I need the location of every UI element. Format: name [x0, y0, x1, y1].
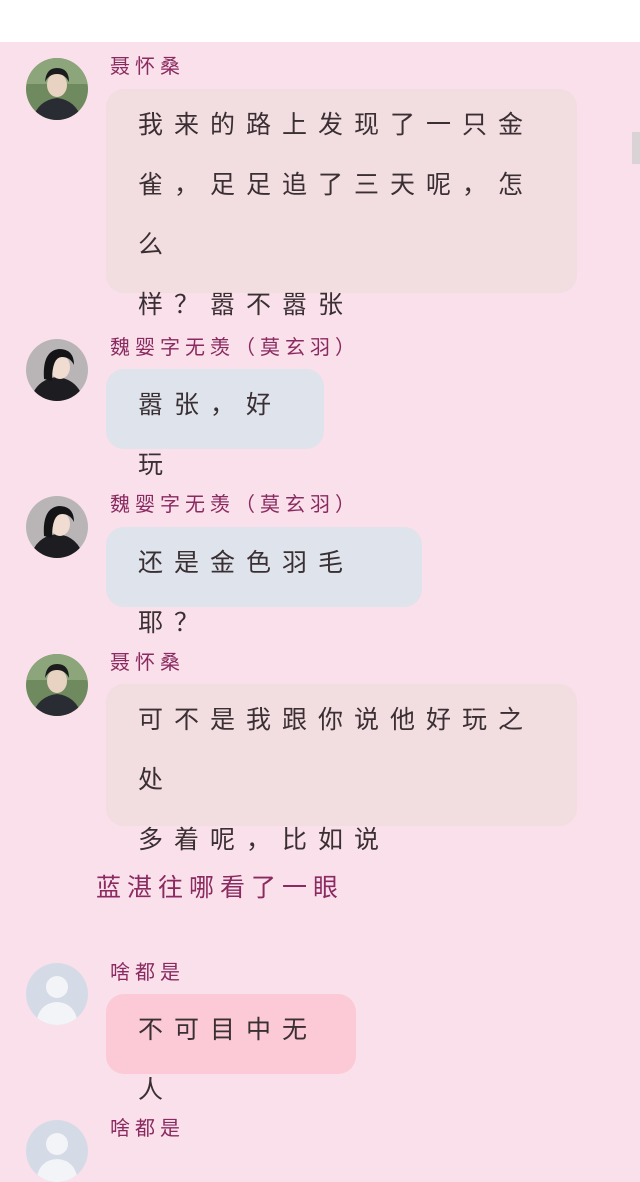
message-line: 嚣张，好玩 — [138, 390, 283, 479]
message-line: 可不是我跟你说他好玩之处 — [138, 705, 535, 794]
narration-text: 蓝湛往哪看了一眼 — [96, 873, 345, 902]
message-line: 我来的路上发现了一只金 — [138, 110, 535, 139]
message-line: 样？嚣不嚣张 — [138, 290, 355, 319]
avatar-wei-ying[interactable] — [26, 496, 88, 558]
message-line: 多着呢，比如说 — [138, 825, 391, 854]
default-user-avatar-icon[interactable] — [26, 1120, 88, 1182]
sender-name: 魏婴字无羡（莫玄羽） — [110, 492, 360, 516]
sender-name: 聂怀桑 — [110, 54, 185, 78]
avatar-wei-ying[interactable] — [26, 339, 88, 401]
avatar-nie-huaisang[interactable] — [26, 58, 88, 120]
message-line: 不可目中无人 — [138, 1015, 319, 1104]
sender-name: 啥都是 — [110, 960, 185, 984]
message-line: 还是金色羽毛耶？ — [138, 548, 355, 637]
message-bubble[interactable]: 我来的路上发现了一只金 雀，足足追了三天呢，怎么 样？嚣不嚣张 — [106, 89, 577, 319]
sender-name: 魏婴字无羡（莫玄羽） — [110, 335, 360, 359]
message-bubble[interactable]: 不可目中无人 — [106, 994, 356, 1104]
message-bubble[interactable]: 嚣张，好玩 — [106, 369, 324, 479]
message-bubble[interactable]: 可不是我跟你说他好玩之处 多着呢，比如说 — [106, 684, 577, 854]
message-bubble[interactable]: 还是金色羽毛耶？ — [106, 527, 422, 637]
avatar-nie-huaisang[interactable] — [26, 654, 88, 716]
message-line: 雀，足足追了三天呢，怎么 — [138, 170, 535, 259]
default-user-avatar-icon[interactable] — [26, 963, 88, 1025]
scrollbar-thumb[interactable] — [632, 132, 640, 164]
sender-name: 啥都是 — [110, 1116, 185, 1140]
sender-name: 聂怀桑 — [110, 650, 185, 674]
top-status-bar — [0, 0, 640, 42]
